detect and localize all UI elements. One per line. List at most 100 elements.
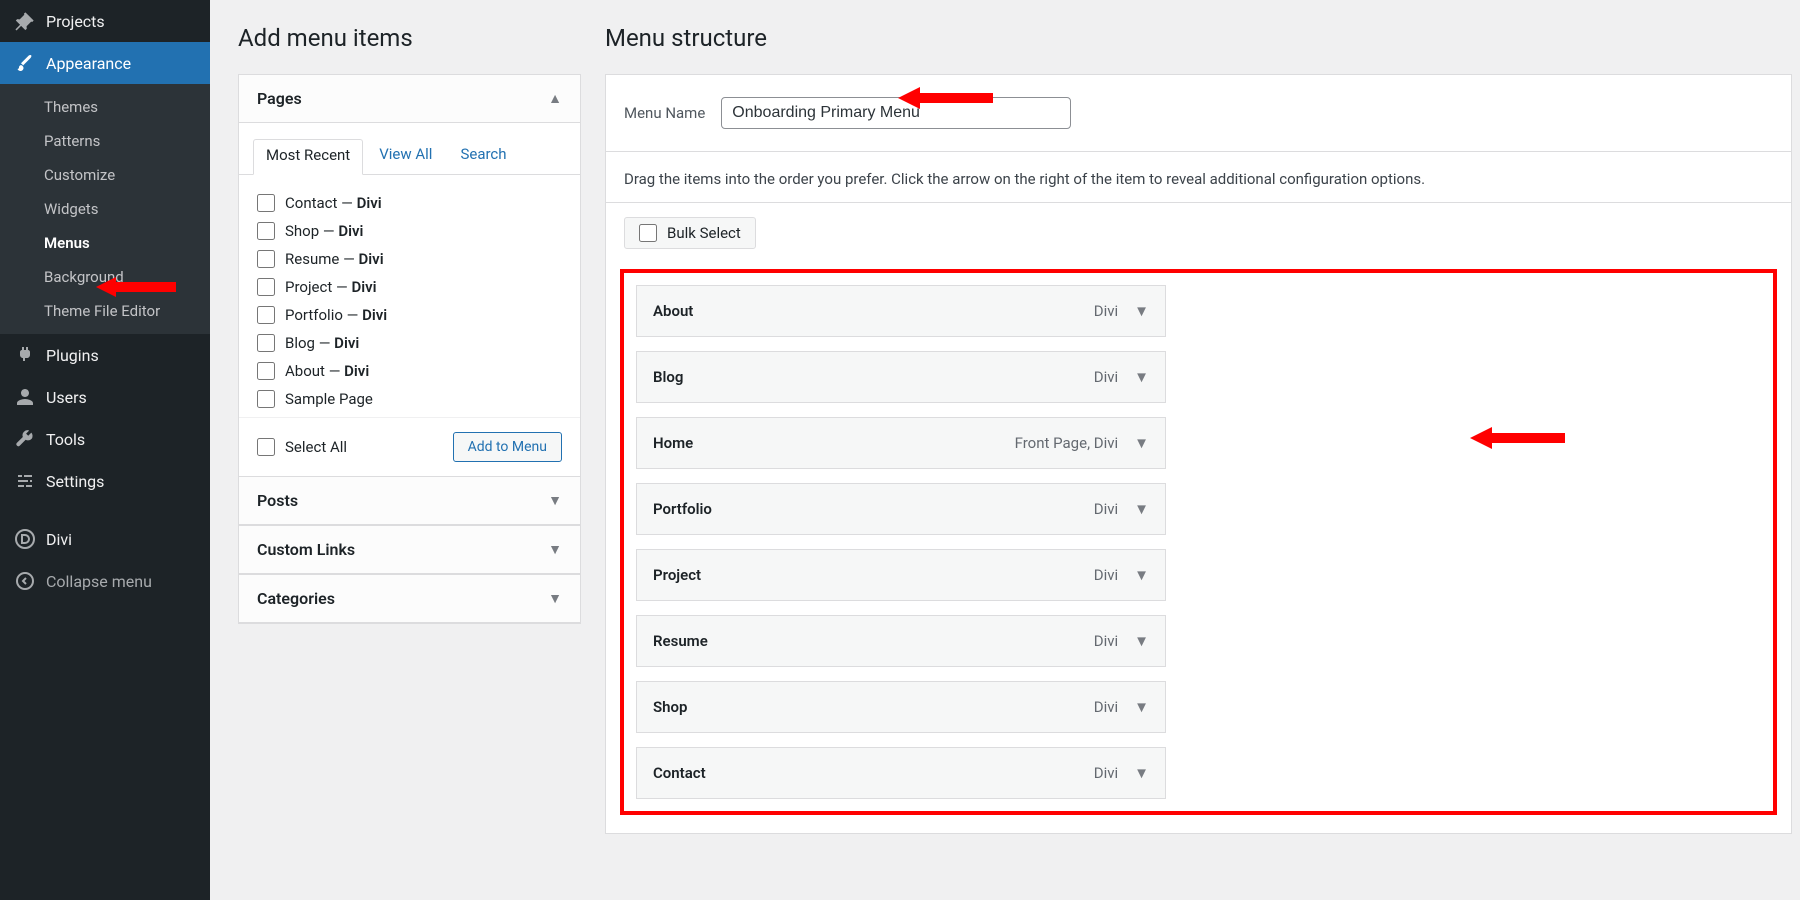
brush-icon [14, 52, 36, 74]
menu-item-type: Divi [1094, 500, 1118, 518]
menu-item[interactable]: ProjectDivi▼ [636, 549, 1166, 601]
bulk-select-checkbox[interactable] [639, 224, 657, 242]
page-checkbox[interactable] [257, 390, 275, 408]
user-icon [14, 386, 36, 408]
pages-postbox-title: Pages [257, 89, 302, 108]
menu-item-title: Contact [653, 764, 706, 782]
page-checkbox-row[interactable]: About — Divi [257, 357, 574, 385]
sidebar-item-settings[interactable]: Settings [0, 460, 210, 502]
chevron-down-icon[interactable]: ▼ [1134, 302, 1149, 320]
sidebar-item-label: Projects [46, 12, 105, 31]
page-checkbox[interactable] [257, 222, 275, 240]
menu-items-wrap: AboutDivi▼ BlogDivi▼ HomeFront Page, Div… [605, 265, 1792, 834]
chevron-down-icon[interactable]: ▼ [1134, 566, 1149, 584]
page-suffix: Divi [359, 250, 384, 268]
menu-item-type: Divi [1094, 302, 1118, 320]
sidebar-item-divi[interactable]: Divi [0, 518, 210, 560]
chevron-down-icon[interactable]: ▼ [1134, 632, 1149, 650]
custom-links-postbox-title: Custom Links [257, 540, 355, 559]
divi-icon [14, 528, 36, 550]
page-list[interactable]: Contact — Divi Shop — Divi Resume — Divi… [239, 175, 580, 417]
select-all-label: Select All [285, 438, 347, 456]
chevron-down-icon[interactable]: ▼ [1134, 434, 1149, 452]
menu-name-input[interactable] [721, 97, 1071, 129]
sidebar-item-appearance[interactable]: Appearance [0, 42, 210, 84]
pages-postbox-header[interactable]: Pages ▲ [239, 75, 580, 123]
menu-item[interactable]: ResumeDivi▼ [636, 615, 1166, 667]
annotation-arrow-icon [898, 85, 993, 115]
categories-postbox-header[interactable]: Categories ▼ [239, 575, 580, 623]
menu-item-type: Divi [1094, 698, 1118, 716]
chevron-down-icon[interactable]: ▼ [1134, 368, 1149, 386]
page-checkbox[interactable] [257, 278, 275, 296]
page-checkbox[interactable] [257, 306, 275, 324]
submenu-item-menus[interactable]: Menus [0, 226, 210, 260]
tab-search[interactable]: Search [448, 139, 518, 174]
annotation-arrow-icon [1470, 425, 1565, 451]
sidebar-item-users[interactable]: Users [0, 376, 210, 418]
sidebar-item-label: Divi [46, 530, 72, 549]
menu-item-title: About [653, 302, 693, 320]
tab-view-all[interactable]: View All [367, 139, 444, 174]
menu-structure-heading: Menu structure [605, 24, 1792, 52]
page-checkbox-row[interactable]: Sample Page [257, 385, 574, 413]
menu-item[interactable]: Shop Divi ▼ [636, 681, 1166, 733]
menu-item-type: Divi [1094, 764, 1118, 782]
chevron-down-icon[interactable]: ▼ [1134, 500, 1149, 518]
menu-item[interactable]: BlogDivi▼ [636, 351, 1166, 403]
submenu-item-widgets[interactable]: Widgets [0, 192, 210, 226]
main-content: Add menu items Pages ▲ Most Recent View … [210, 0, 1800, 900]
menu-item-title: Blog [653, 368, 683, 386]
bulk-select-button[interactable]: Bulk Select [624, 217, 756, 249]
pin-icon [14, 10, 36, 32]
chevron-down-icon[interactable]: ▼ [1134, 698, 1149, 716]
submenu-item-patterns[interactable]: Patterns [0, 124, 210, 158]
chevron-down-icon[interactable]: ▼ [1134, 764, 1149, 782]
menu-item[interactable]: Contact Divi ▼ [636, 747, 1166, 799]
page-checkbox[interactable] [257, 250, 275, 268]
menu-item[interactable]: PortfolioDivi▼ [636, 483, 1166, 535]
page-checkbox-row[interactable]: Resume — Divi [257, 245, 574, 273]
page-checkbox-row[interactable]: Project — Divi [257, 273, 574, 301]
sidebar-item-projects[interactable]: Projects [0, 0, 210, 42]
categories-postbox: Categories ▼ [238, 575, 581, 624]
page-checkbox-row[interactable]: Blog — Divi [257, 329, 574, 357]
sidebar-item-label: Tools [46, 430, 85, 449]
posts-postbox-header[interactable]: Posts ▼ [239, 477, 580, 525]
page-checkbox-row[interactable]: Shop — Divi [257, 217, 574, 245]
menu-item[interactable]: Home Front Page, Divi ▼ [636, 417, 1166, 469]
page-checkbox[interactable] [257, 362, 275, 380]
annotation-arrow-icon [96, 275, 176, 303]
menu-structure-column: Menu structure Menu Name Drag the items … [605, 0, 1800, 900]
page-checkbox[interactable] [257, 194, 275, 212]
pages-bottom-row: Select All Add to Menu [239, 417, 580, 462]
tab-most-recent[interactable]: Most Recent [253, 139, 363, 175]
select-all-checkbox[interactable] [257, 438, 275, 456]
menu-item-title: Resume [653, 632, 708, 650]
page-checkbox-row[interactable]: Portfolio — Divi [257, 301, 574, 329]
menu-name-label: Menu Name [624, 104, 705, 122]
page-label: Sample Page [285, 390, 373, 408]
menu-item-type: Front Page, Divi [1015, 434, 1119, 452]
add-to-menu-button[interactable]: Add to Menu [453, 432, 562, 462]
menu-item-title: Project [653, 566, 701, 584]
menu-item-title: Shop [653, 698, 687, 716]
page-checkbox[interactable] [257, 334, 275, 352]
page-checkbox-row[interactable]: Contact — Divi [257, 189, 574, 217]
submenu-item-themes[interactable]: Themes [0, 90, 210, 124]
chevron-down-icon: ▼ [548, 541, 562, 558]
menu-item[interactable]: About Divi ▼ [636, 285, 1166, 337]
collapse-menu[interactable]: Collapse menu [0, 560, 210, 602]
add-menu-items-heading: Add menu items [238, 24, 581, 52]
page-suffix: Divi [344, 362, 369, 380]
page-suffix: Divi [338, 222, 363, 240]
sidebar-item-plugins[interactable]: Plugins [0, 334, 210, 376]
collapse-icon [14, 570, 36, 592]
sidebar-item-label: Appearance [46, 54, 131, 73]
sidebar-item-tools[interactable]: Tools [0, 418, 210, 460]
submenu-item-customize[interactable]: Customize [0, 158, 210, 192]
select-all-row[interactable]: Select All [257, 433, 347, 461]
menu-item-title: Home [653, 434, 693, 452]
wrench-icon [14, 428, 36, 450]
custom-links-postbox-header[interactable]: Custom Links ▼ [239, 526, 580, 574]
